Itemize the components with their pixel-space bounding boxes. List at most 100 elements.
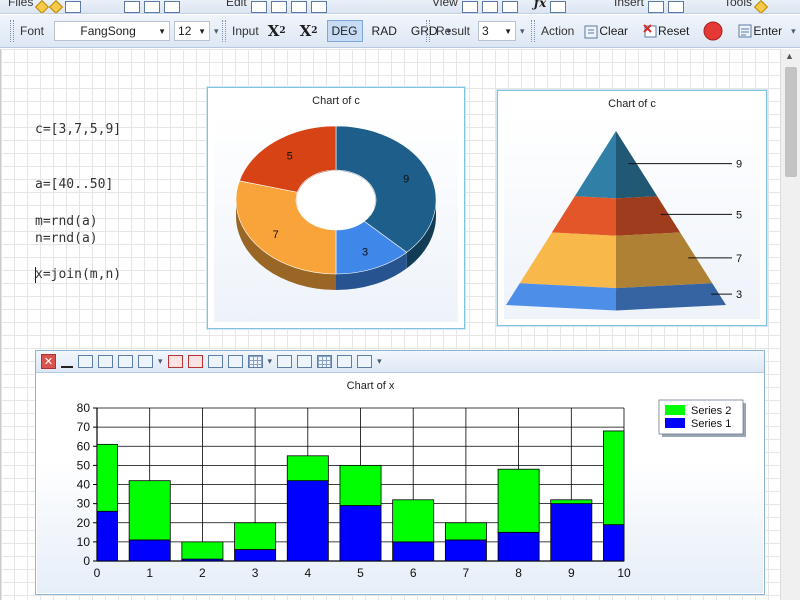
bar-chart-svg: Chart of x 0 10 20 30 40 50 60 70 80 0 1 2 3 4 5 6 7 8 9 10 S… [77, 380, 746, 580]
clear-button[interactable]: Clear [578, 20, 633, 42]
legend-icon[interactable] [297, 355, 313, 368]
pyramid-level-right [616, 283, 726, 311]
layout-icon[interactable] [481, 0, 498, 13]
enter-button[interactable]: Enter [732, 20, 787, 42]
toolbar-grip[interactable] [426, 19, 430, 43]
pyramid-level-label: 5 [736, 209, 742, 221]
overflow-icon[interactable]: ▾ [268, 356, 273, 367]
scroll-up-icon[interactable]: ▲ [785, 51, 794, 61]
chevron-down-icon[interactable]: ▼ [504, 27, 512, 36]
files-label[interactable]: Files [8, 0, 33, 9]
stop-button[interactable] [698, 20, 728, 42]
table-view-icon[interactable] [461, 0, 478, 13]
window-icon[interactable] [501, 0, 518, 13]
x-tick-label: 3 [252, 566, 259, 580]
rad-button[interactable]: RAD [367, 20, 402, 42]
minimize-icon[interactable] [61, 356, 73, 368]
pyramid-level-left [506, 283, 616, 311]
annotate-icon[interactable] [337, 355, 353, 368]
frame-icon[interactable] [138, 355, 153, 368]
reset-button[interactable]: Reset [637, 20, 694, 42]
pyramid-chart-panel[interactable]: Chart of c 9 5 7 3 [497, 90, 767, 326]
edit-label[interactable]: Edit [226, 0, 247, 9]
donut-chart-title: Chart of c [312, 95, 360, 107]
code-line-c[interactable]: c=[3,7,5,9] [35, 122, 121, 137]
legend-swatch [665, 405, 685, 415]
preview-icon[interactable] [144, 0, 160, 13]
insert-label[interactable]: Insert [614, 0, 644, 9]
code-line-m[interactable]: m=rnd(a) [35, 214, 98, 229]
subscript-button[interactable]: X2 [295, 20, 323, 42]
font-size-select[interactable]: 12 ▼ [174, 21, 211, 41]
tools-label[interactable]: Tools [724, 0, 752, 9]
legend-label: Series 2 [691, 405, 731, 417]
bar-segment [181, 541, 224, 560]
print-icon[interactable] [124, 0, 140, 13]
insert-chart-icon[interactable] [668, 0, 685, 13]
chevron-down-icon[interactable]: ▼ [158, 27, 166, 36]
code-line-x[interactable]: x=join(m,n) [35, 267, 121, 282]
font-label: Font [20, 24, 45, 38]
bar-chart-type-icon[interactable] [207, 355, 223, 368]
superscript-button[interactable]: X2 [263, 20, 291, 42]
vertical-scrollbar[interactable]: ▲ [780, 49, 800, 600]
palette-icon[interactable] [277, 355, 293, 368]
font-select[interactable]: FangSong ▼ [54, 21, 171, 41]
donut-chart-panel[interactable]: Chart of c 9 3 7 5 [207, 87, 465, 329]
copy-chart-icon[interactable] [118, 355, 133, 368]
table-grid-icon[interactable] [317, 355, 333, 368]
insert-table-icon[interactable] [648, 0, 665, 13]
overflow-icon[interactable]: ▾ [791, 26, 796, 37]
undo-icon[interactable] [250, 0, 267, 13]
save-icon[interactable] [49, 0, 64, 13]
bar-chart-window[interactable]: ✕ ▾ ▾ ▾ Chart of x 0 10 20 30 40 50 60 70 80 0 1 2 3 4… [35, 350, 765, 595]
overflow-icon[interactable]: ▾ [158, 356, 163, 367]
open-icon[interactable] [35, 0, 50, 13]
close-icon[interactable]: ✕ [41, 354, 56, 369]
input-group: Input X2 X2 DEG RAD GRD ▾ [218, 15, 455, 47]
tools-icon[interactable] [753, 0, 769, 13]
chevron-down-icon[interactable]: ▼ [198, 27, 206, 36]
toolbar-grip[interactable] [531, 19, 535, 43]
donut-slice-label: 9 [403, 174, 409, 186]
code-line-n[interactable]: n=rnd(a) [35, 231, 98, 246]
fx-icon[interactable]: ƒx [534, 0, 546, 10]
x-tick-label: 2 [199, 566, 206, 580]
copy-icon[interactable] [290, 0, 307, 13]
deg-button[interactable]: DEG [326, 20, 363, 42]
font-group: Font FangSong ▼ 12 ▼ ▾ [6, 15, 223, 47]
page-icon[interactable] [164, 0, 180, 13]
result-digits-select[interactable]: 3 ▼ [478, 21, 517, 41]
chart-window-toolbar: ✕ ▾ ▾ ▾ [36, 351, 764, 373]
y-tick-label: 70 [77, 420, 91, 434]
toolbar-grip[interactable] [10, 19, 14, 43]
y-tick-label: 20 [77, 516, 91, 530]
pyramid-level-right [616, 232, 713, 289]
restore-icon[interactable] [78, 355, 93, 368]
overflow-icon[interactable]: ▾ [377, 356, 382, 367]
bar-segment [96, 443, 118, 512]
reset-label: Reset [658, 24, 690, 38]
bar-segment [234, 522, 277, 550]
scrollbar-thumb[interactable] [785, 67, 797, 177]
toolbar-grip[interactable] [222, 19, 226, 43]
bar-segment [497, 531, 540, 562]
insert-group: Insert [610, 0, 688, 13]
print-chart-icon[interactable] [98, 355, 113, 368]
bar-segment [96, 510, 118, 562]
cut-icon[interactable] [270, 0, 287, 13]
pyramid-level-label: 7 [736, 253, 742, 265]
paste-icon[interactable] [310, 0, 327, 13]
export-data-icon[interactable] [167, 355, 183, 368]
bar-segment [286, 480, 329, 562]
chart-icon[interactable] [550, 0, 567, 13]
document-icon[interactable] [65, 0, 82, 13]
grid-icon[interactable] [247, 355, 263, 368]
y-tick-label: 0 [83, 554, 90, 568]
code-line-a[interactable]: a=[40..50] [35, 177, 113, 192]
monitor-icon[interactable] [357, 355, 373, 368]
overflow-icon[interactable]: ▾ [520, 26, 525, 37]
calendar-icon[interactable] [227, 355, 243, 368]
view-label[interactable]: View [432, 0, 458, 9]
excel-export-icon[interactable] [187, 355, 203, 368]
